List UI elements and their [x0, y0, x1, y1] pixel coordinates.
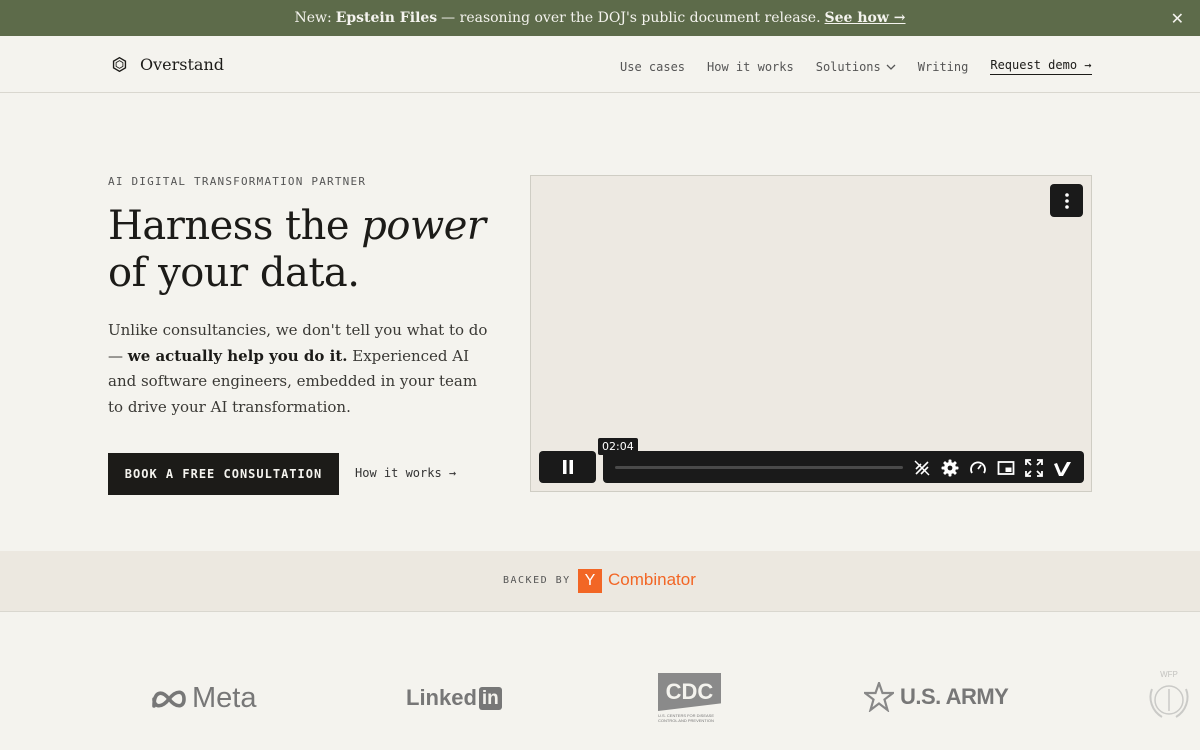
wfp-wordmark: WFP: [1160, 670, 1178, 679]
brand-name: Overstand: [140, 55, 224, 74]
meta-wordmark: Meta: [192, 682, 257, 714]
banner-highlight: Epstein Files: [335, 10, 438, 26]
cdc-logo: CDC U.S. CENTERS FOR DISEASE CONTROL AND…: [658, 673, 722, 723]
wfp-logo: WFP: [1146, 670, 1192, 725]
subcopy-strong: we actually help you do it.: [127, 346, 348, 365]
headline-emphasis: power: [361, 203, 486, 249]
wfp-emblem-icon: [1149, 685, 1189, 718]
meta-infinity-icon: [152, 689, 186, 708]
site-header: Overstand Use cases How it works Solutio…: [0, 36, 1200, 93]
close-icon[interactable]: ✕: [1171, 9, 1184, 28]
linkedin-wordmark: Linked: [406, 685, 477, 710]
video-player[interactable]: 02:04: [530, 175, 1092, 492]
main-nav: Use cases How it works Solutions Writing…: [620, 58, 1092, 75]
hero-headline: Harness the power of your data.: [108, 203, 486, 297]
nav-use-cases[interactable]: Use cases: [620, 58, 685, 75]
nav-solutions-label: Solutions: [815, 59, 881, 74]
more-options-button[interactable]: [1050, 184, 1083, 217]
banner-text: — reasoning over the DOJ's public docume…: [441, 10, 821, 26]
playback-speed-icon[interactable]: [969, 459, 987, 477]
headline-part-a: Harness the: [108, 203, 350, 249]
more-vertical-icon: [1064, 192, 1069, 209]
banner-see-how-link[interactable]: See how →: [825, 10, 906, 26]
client-logos: Meta Linked in CDC U.S. CENTERS FOR DISE…: [0, 612, 1200, 750]
cdc-subtitle: U.S. CENTERS FOR DISEASE CONTROL AND PRE…: [658, 713, 715, 723]
headline-part-b: of your data.: [108, 250, 360, 296]
ycombinator-name: Combinator: [608, 570, 696, 589]
us-army-logo: U.S. ARMY: [864, 682, 1009, 712]
nav-writing[interactable]: Writing: [918, 58, 969, 75]
backed-by-label: BACKED BY: [503, 575, 571, 586]
cdc-badge-icon: CDC: [658, 673, 721, 711]
hexagon-logo-icon: [112, 56, 127, 73]
nav-solutions[interactable]: Solutions: [816, 58, 896, 75]
hero-subcopy: Unlike consultancies, we don't tell you …: [108, 318, 488, 420]
ycombinator-logo-icon: Y: [578, 569, 602, 593]
meta-logo: Meta: [150, 682, 256, 715]
vimeo-logo-icon[interactable]: [1053, 459, 1073, 477]
request-demo-link[interactable]: Request demo →: [990, 58, 1092, 75]
video-controls: [603, 451, 1084, 483]
hero-eyebrow: AI DIGITAL TRANSFORMATION PARTNER: [108, 175, 367, 188]
chevron-down-icon: [886, 64, 896, 70]
linkedin-in-icon: in: [478, 686, 502, 710]
cdc-wordmark: CDC: [665, 679, 714, 704]
how-it-works-link[interactable]: How it works →: [355, 466, 456, 480]
brand-logo[interactable]: Overstand: [111, 55, 224, 74]
picture-in-picture-icon[interactable]: [997, 459, 1015, 477]
nav-how-it-works[interactable]: How it works: [707, 58, 794, 75]
fullscreen-icon[interactable]: [1025, 459, 1043, 477]
pause-button[interactable]: [539, 451, 596, 483]
announcement-banner: New: Epstein Files — reasoning over the …: [0, 0, 1200, 36]
star-icon: [864, 682, 894, 712]
captions-off-icon[interactable]: [913, 459, 931, 477]
banner-prefix: New:: [294, 10, 332, 26]
book-consultation-button[interactable]: BOOK A FREE CONSULTATION: [108, 453, 339, 495]
progress-track[interactable]: [615, 466, 903, 469]
us-army-wordmark: U.S. ARMY: [900, 684, 1009, 709]
pause-icon: [562, 460, 573, 474]
linkedin-logo: Linked in: [406, 685, 502, 711]
backed-by-strip: BACKED BY Y Combinator: [0, 551, 1200, 612]
settings-gear-icon[interactable]: [941, 459, 959, 477]
